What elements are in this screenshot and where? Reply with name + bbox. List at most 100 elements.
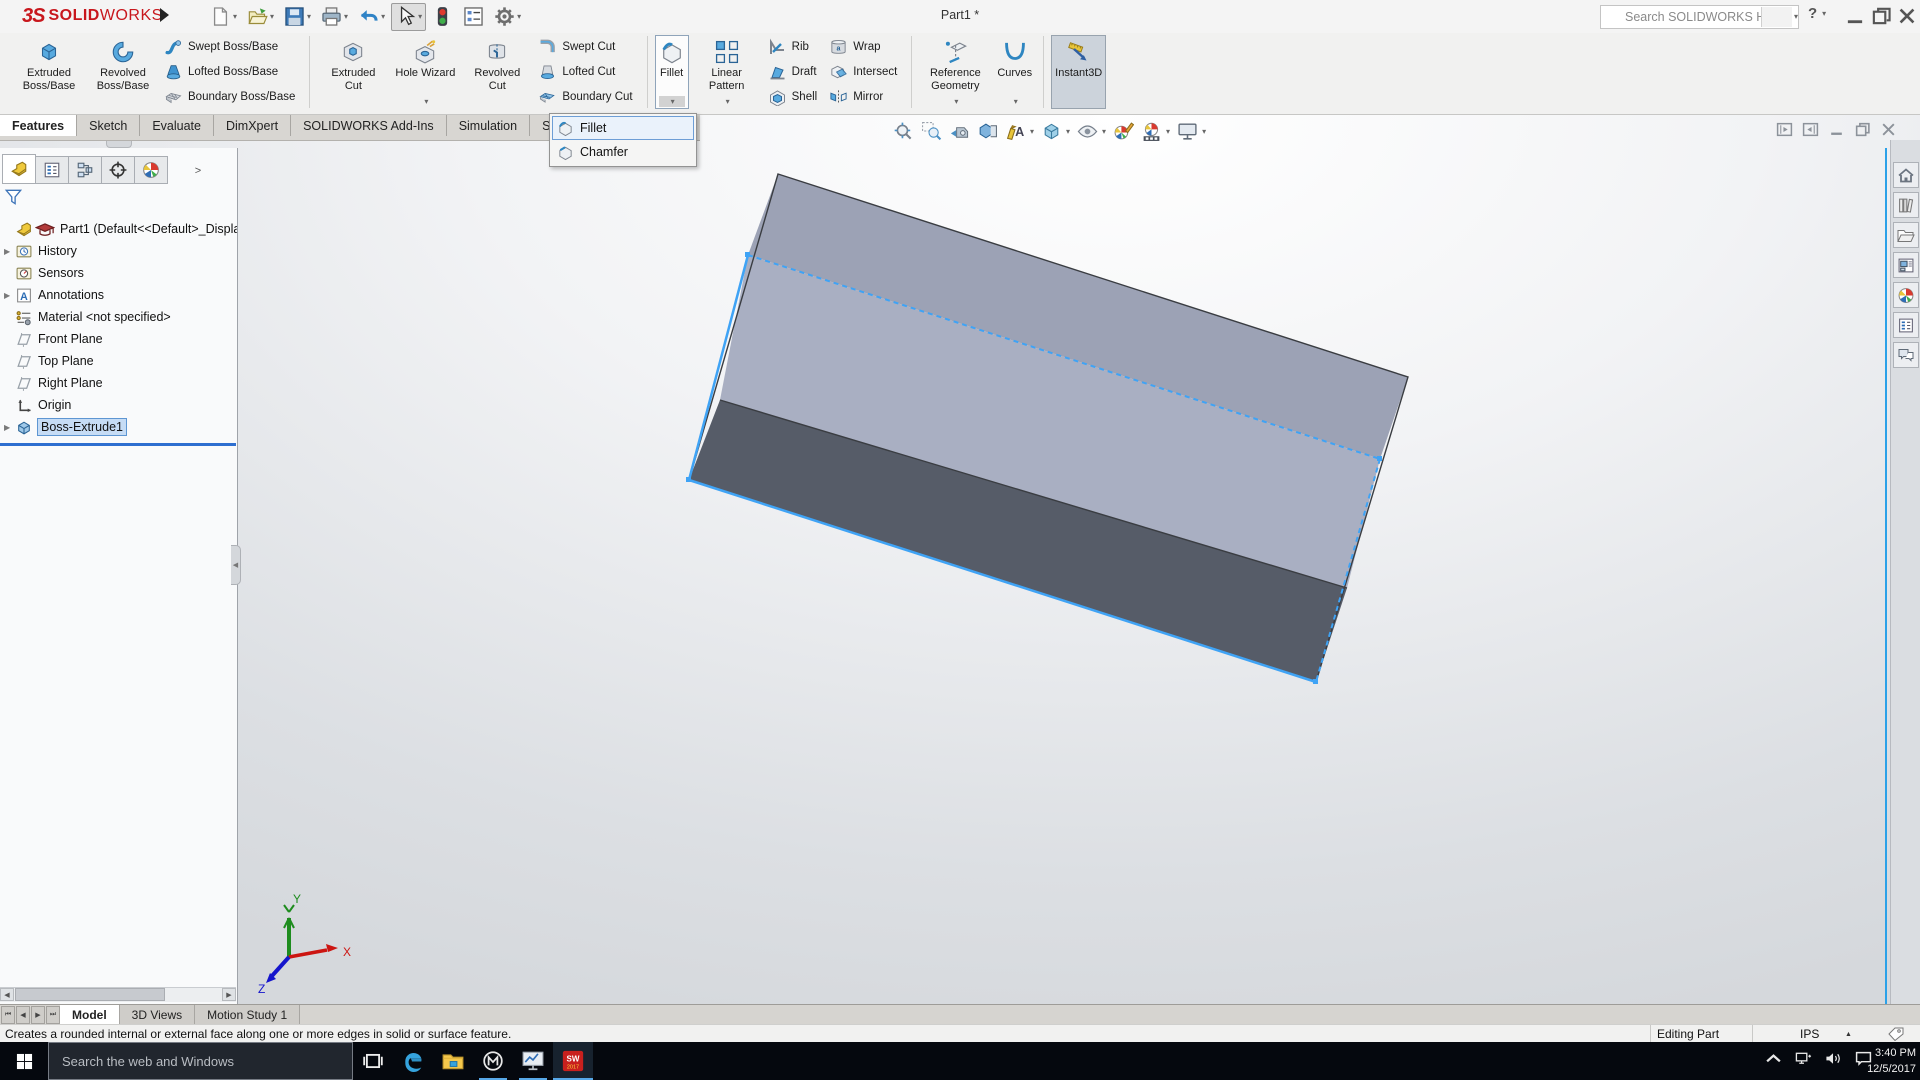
dropdown-arrow-icon[interactable]: ▾ [307,13,311,21]
tree-tab-dimxpert-target[interactable] [102,156,135,184]
shell-button[interactable]: Shell [768,87,818,107]
tab-solidworks-add-ins[interactable]: SOLIDWORKS Add-Ins [291,115,447,136]
menu-item-chamfer[interactable]: Chamfer [552,140,694,164]
app-monitor-taskbar-button[interactable] [513,1042,553,1080]
last-tab-icon[interactable]: ⏭ [46,1006,60,1024]
tree-tab-appearance-ball[interactable] [135,156,168,184]
mirror-button[interactable]: Mirror [829,87,897,107]
boundary-boss-base-button[interactable]: Boundary Boss/Base [164,87,295,107]
tab-simulation[interactable]: Simulation [447,115,530,136]
tree-item-front-plane[interactable]: Front Plane [0,328,237,350]
next-tab-icon[interactable]: ▶ [31,1006,45,1024]
expand-arrow-icon[interactable]: ▶ [4,423,13,432]
curves-button[interactable]: Curves▾ [993,35,1036,109]
scrollbar-thumb[interactable] [15,988,165,1001]
previous-view-button[interactable] [949,121,970,142]
units-dropdown-arrow-icon[interactable]: ▲ [1845,1031,1852,1038]
select-button[interactable]: ▾ [391,3,426,31]
rollback-bar[interactable] [0,443,236,446]
dropdown-arrow-icon[interactable]: ▾ [270,13,274,21]
hide-show-items-button[interactable]: ▾ [1077,121,1106,142]
tab-features[interactable]: Features [0,115,77,136]
design-library-button[interactable] [1893,192,1919,218]
network-button[interactable] [1795,1051,1812,1071]
prev-tab-icon[interactable]: ◀ [16,1006,30,1024]
tab-sketch[interactable]: Sketch [77,115,140,136]
dropdown-arrow-icon[interactable]: ▾ [726,98,730,106]
file-explorer-pane-button[interactable] [1893,222,1919,248]
start-button[interactable] [0,1042,48,1080]
file-explorer-taskbar-button[interactable] [433,1042,473,1080]
undo-button[interactable]: ▾ [354,3,389,31]
tree-item-right-plane[interactable]: Right Plane [0,372,237,394]
swept-cut-button[interactable]: Swept Cut [538,37,632,57]
window-close-button[interactable] [1897,7,1917,25]
tree-tab-configurations[interactable] [69,156,102,184]
tree-item-sensors[interactable]: Sensors [0,262,237,284]
doc-restore-button[interactable] [1854,121,1871,143]
tree-tab-part[interactable] [2,154,36,184]
custom-properties-button[interactable] [1893,312,1919,338]
volume-button[interactable] [1825,1051,1842,1071]
revolved-boss-base-button[interactable]: Revolved Boss/Base [87,35,159,109]
home-button[interactable] [1893,162,1919,188]
open-button[interactable]: ▾ [243,3,278,31]
dropdown-arrow-icon[interactable]: ▾ [424,98,428,106]
save-button[interactable]: ▾ [280,3,315,31]
taskbar-clock[interactable]: 3:40 PM 12/5/2017 [1846,1045,1916,1077]
solidworks-2017-taskbar-button[interactable]: SW2017 [553,1042,593,1080]
units-selector[interactable]: IPS [1800,1027,1819,1041]
panel-splitter-handle[interactable]: ◀ [231,545,241,585]
reference-geometry-button[interactable]: Reference Geometry▾ [919,35,991,109]
dropdown-arrow-icon[interactable]: ▾ [1014,98,1018,106]
apply-scene-button[interactable]: ▾ [1141,121,1170,142]
expand-arrow-icon[interactable]: ▶ [4,291,13,300]
dropdown-arrow-icon[interactable]: ▾ [1030,128,1034,136]
doc-minimize-button[interactable] [1828,121,1845,143]
extruded-cut-button[interactable]: Extruded Cut [317,35,389,109]
dropdown-arrow-icon[interactable]: ▾ [418,13,422,21]
graphics-viewport[interactable] [0,115,1920,1004]
zoom-to-area-button[interactable] [921,121,942,142]
revolved-cut-button[interactable]: Revolved Cut [461,35,533,109]
collapse-left-pane-button[interactable] [1776,121,1793,143]
edge-taskbar-button[interactable] [393,1042,433,1080]
dropdown-arrow-icon[interactable]: ▾ [344,13,348,21]
tab-model[interactable]: Model [60,1005,120,1025]
solidworks-forum-button[interactable] [1893,342,1919,368]
extruded-boss-base-button[interactable]: Extruded Boss/Base [13,35,85,109]
tree-horizontal-scrollbar[interactable]: ◀ ▶ [0,987,236,1002]
lofted-boss-base-button[interactable]: Lofted Boss/Base [164,62,295,82]
dropdown-arrow-icon[interactable]: ▾ [1066,128,1070,136]
task-view-taskbar-button[interactable] [353,1042,393,1080]
first-tab-icon[interactable]: ⏮ [1,1006,15,1024]
dropdown-arrow-icon[interactable]: ▾ [1166,128,1170,136]
help-search-box[interactable]: Search SOLIDWORKS Help ▾ [1600,5,1799,29]
3d-drawing-view-button[interactable]: A▾ [1005,121,1034,142]
window-minimize-button[interactable] [1845,7,1865,25]
tag-icon[interactable] [1888,1027,1904,1041]
menu-item-fillet[interactable]: Fillet [552,116,694,140]
view-orientation-button[interactable]: ▾ [1041,121,1070,142]
hole-wizard-button[interactable]: Hole Wizard▾ [391,35,459,109]
help-search-button[interactable] [1761,7,1792,27]
new-button[interactable]: ▾ [206,3,241,31]
view-settings-button[interactable]: ▾ [1177,121,1206,142]
help-search-input[interactable]: Search SOLIDWORKS Help [1625,10,1761,24]
boundary-cut-button[interactable]: Boundary Cut [538,87,632,107]
options-button[interactable]: ▾ [490,3,525,31]
tree-tabs-more-button[interactable]: > [190,158,206,184]
tree-tab-property-list[interactable] [36,156,69,184]
panel-collapse-handle[interactable] [106,140,132,148]
help-dropdown-arrow-icon[interactable]: ▾ [1822,10,1826,18]
dropdown-arrow-icon[interactable]: ▾ [233,13,237,21]
search-dropdown-arrow-icon[interactable]: ▾ [1794,13,1798,21]
tree-item-annotations[interactable]: ▶AAnnotations [0,284,237,306]
dropdown-arrow-icon[interactable]: ▾ [517,13,521,21]
linear-pattern-button[interactable]: Linear Pattern▾ [691,35,763,109]
scroll-right-icon[interactable]: ▶ [222,988,236,1001]
section-view-button[interactable] [977,121,998,142]
expand-arrow-icon[interactable]: ▶ [4,247,13,256]
draft-button[interactable]: Draft [768,62,818,82]
dropdown-arrow-icon[interactable]: ▾ [1202,128,1206,136]
